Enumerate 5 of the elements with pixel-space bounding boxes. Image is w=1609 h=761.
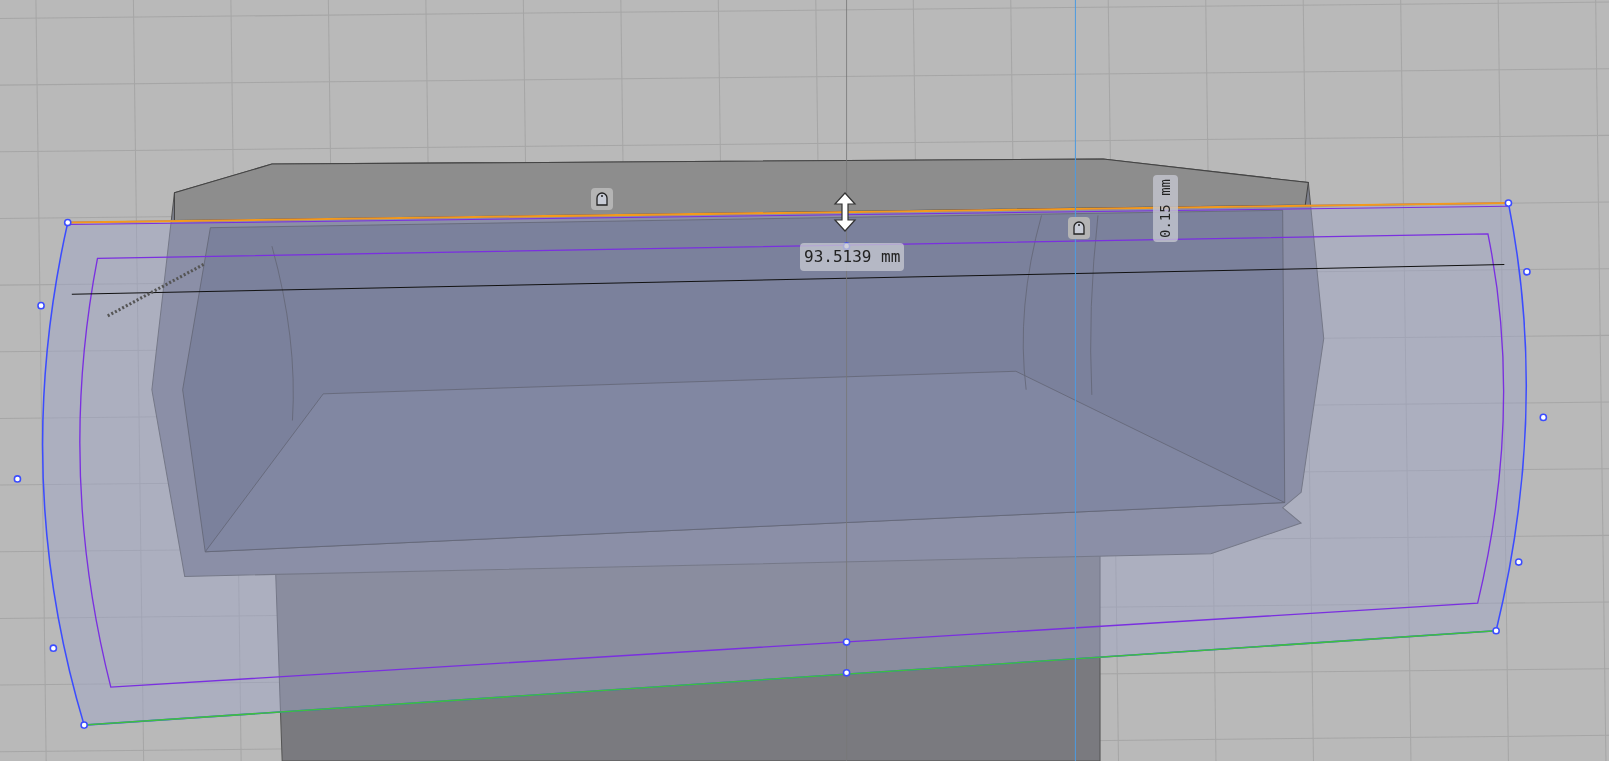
constraint-lock-icon — [591, 188, 613, 210]
constraint-lock-icon — [1068, 217, 1090, 239]
dimension-label[interactable]: 0.15 mm — [1153, 175, 1178, 242]
vertical-resize-arrow-icon — [832, 191, 858, 233]
dimension-label[interactable]: 93.5139 mm — [800, 243, 905, 271]
